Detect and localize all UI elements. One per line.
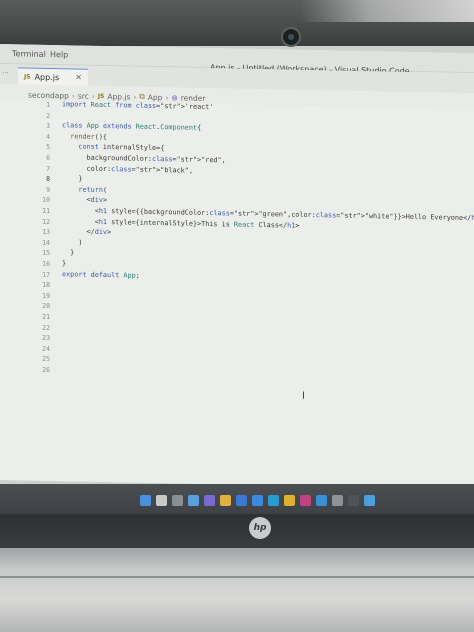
settings-icon[interactable] — [332, 495, 343, 506]
line-number: 9 — [46, 185, 50, 194]
line-number: 25 — [42, 355, 50, 364]
breadcrumb-class[interactable]: App — [148, 92, 163, 101]
chevron-right-icon: › — [165, 92, 169, 102]
method-symbol-icon: ⊚ — [171, 92, 178, 102]
file-explorer-icon[interactable] — [220, 495, 231, 506]
line-number: 2 — [46, 111, 50, 120]
chevron-right-icon: › — [91, 91, 95, 101]
mail-icon[interactable] — [252, 495, 263, 506]
menu-terminal[interactable]: Terminal — [12, 49, 46, 59]
webcam — [281, 27, 301, 47]
line-number: 22 — [42, 323, 50, 332]
line-number: 5 — [46, 143, 50, 152]
line-number: 18 — [42, 280, 50, 290]
line-number: 17 — [42, 270, 50, 279]
chevron-right-icon: › — [71, 90, 75, 100]
tab-label: App.js — [34, 72, 60, 82]
line-number: 24 — [42, 344, 50, 353]
hp-logo: hp — [249, 517, 271, 539]
store-icon[interactable] — [236, 495, 247, 506]
breadcrumb-method[interactable]: render — [181, 93, 206, 102]
app-icon[interactable] — [300, 495, 311, 506]
line-number: 6 — [46, 153, 50, 162]
code-line: const internalStyle={ — [78, 142, 165, 153]
line-number: 4 — [46, 132, 50, 141]
windows-start-icon[interactable] — [140, 495, 151, 506]
chevron-right-icon: › — [133, 92, 137, 102]
close-tab-icon[interactable]: × — [75, 72, 82, 81]
terminal-icon[interactable] — [348, 495, 359, 506]
line-number: 10 — [42, 196, 50, 205]
windows-taskbar — [0, 484, 474, 514]
code-line: export default App; — [62, 269, 140, 280]
code-line: <div> — [62, 195, 108, 205]
vscode-icon[interactable] — [316, 495, 327, 506]
light-glare — [300, 0, 474, 22]
edge-icon[interactable] — [268, 495, 279, 506]
javascript-file-icon: JS — [24, 72, 31, 81]
code-line: </div> — [62, 227, 112, 237]
menu-help[interactable]: Help — [50, 50, 68, 59]
code-line: return( — [78, 185, 108, 194]
vscode-active-icon[interactable] — [364, 495, 375, 506]
line-number: 3 — [46, 122, 50, 131]
line-number: 8 — [46, 175, 50, 184]
code-line: class App extends React.Component{ — [62, 121, 202, 133]
code-line: import React from class="str">'react' — [62, 100, 214, 112]
search-icon[interactable] — [156, 495, 167, 506]
code-line: render(){ — [70, 132, 108, 141]
line-number: 21 — [42, 312, 50, 321]
hinge-seam — [0, 576, 474, 578]
breadcrumb-src[interactable]: src — [78, 91, 89, 100]
code-line: color:class="str">"black", — [62, 163, 193, 175]
class-symbol-icon: ⧉ — [139, 91, 145, 101]
line-number: 20 — [42, 302, 50, 311]
code-line: ) — [62, 237, 83, 247]
line-number-gutter: 1 2 3 4 5 6 7 8 9 10 11 12 13 14 15 16 17 18 19 20 21 22 23 24 2… — [0, 100, 52, 481]
code-line: } — [62, 174, 83, 183]
line-number: 11 — [42, 206, 50, 215]
line-number: 15 — [42, 249, 50, 258]
line-number: 19 — [42, 291, 50, 300]
line-number: 23 — [42, 333, 50, 343]
line-number: 1 — [46, 100, 50, 109]
text-cursor-icon: I — [302, 390, 305, 402]
line-number: 13 — [42, 227, 50, 237]
line-number: 26 — [42, 365, 50, 374]
code-line: } — [62, 259, 67, 268]
vscode-window: Terminal Help App.js - Untitled (Workspa… — [0, 44, 474, 490]
breadcrumb-folder[interactable]: secondapp — [28, 90, 69, 100]
line-number: 12 — [42, 217, 50, 226]
more-icon[interactable]: ··· — [2, 69, 9, 77]
code-line: } — [62, 248, 75, 257]
chrome-icon[interactable] — [284, 495, 295, 506]
line-number: 7 — [46, 164, 50, 173]
breadcrumb-file[interactable]: App.js — [107, 92, 130, 101]
code-editor[interactable]: 1 2 3 4 5 6 7 8 9 10 11 12 13 14 15 16 17 18 19 20 21 22 23 24 2… — [0, 100, 474, 490]
chat-icon[interactable] — [204, 495, 215, 506]
tab-app-js[interactable]: JS App.js × — [18, 67, 88, 86]
code-line: backgroundColor:class="str">"red", — [62, 153, 226, 165]
javascript-file-icon: JS — [97, 92, 105, 100]
task-view-icon[interactable] — [172, 495, 183, 506]
widgets-icon[interactable] — [188, 495, 199, 506]
line-number: 16 — [42, 259, 50, 268]
laptop-hinge — [0, 548, 474, 632]
line-number: 14 — [42, 238, 50, 247]
